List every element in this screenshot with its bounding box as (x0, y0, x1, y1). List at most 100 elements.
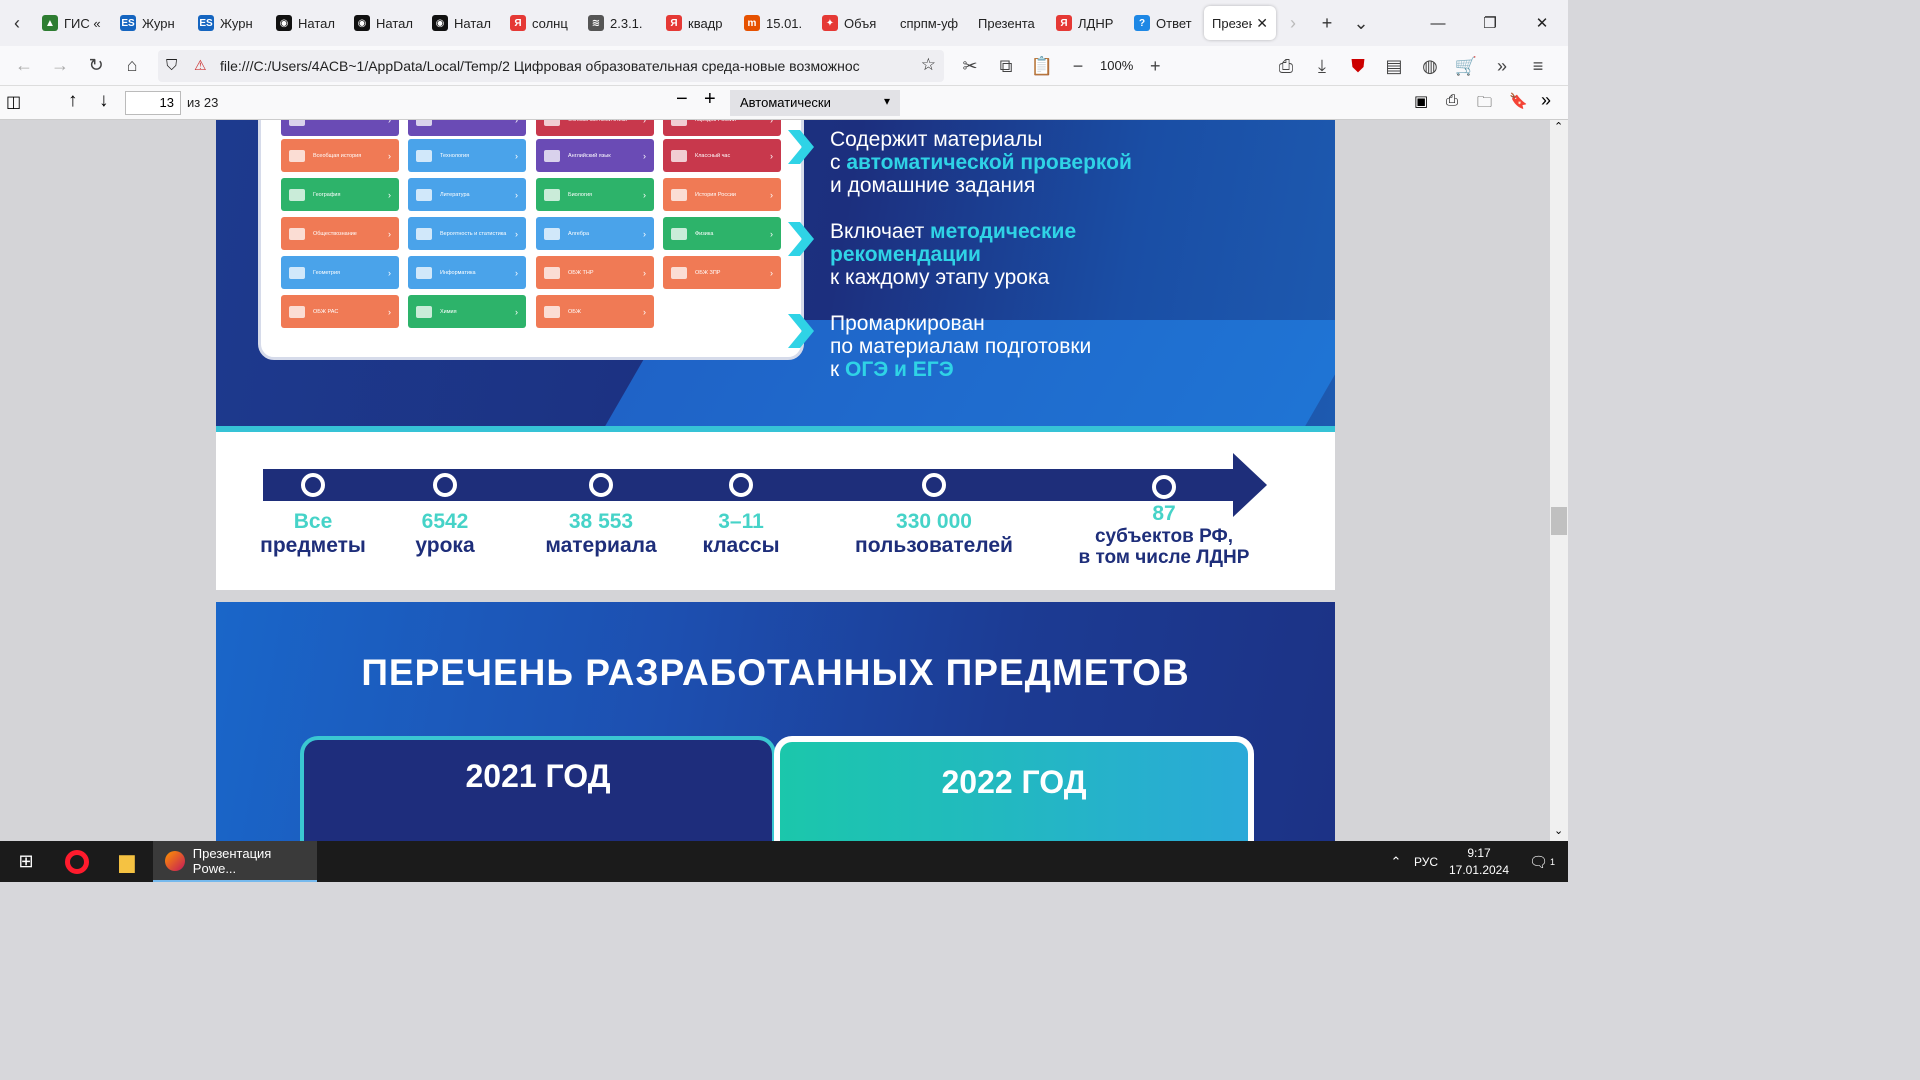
zoom-out-icon[interactable]: − (1060, 50, 1096, 82)
slide-timeline: Все предметы 6542 урока 38 553 материала 3–11 к… (216, 432, 1335, 590)
subject-icon (416, 188, 432, 201)
tab-favicon-icon: Я (666, 15, 682, 31)
cut-icon[interactable]: ✂ (952, 50, 988, 82)
pdf-zoom-out-icon[interactable]: − (676, 88, 688, 111)
tab-scroll-left-icon[interactable]: ‹ (0, 0, 34, 46)
subject-label: Всеобщая история (313, 152, 362, 159)
insecure-page-icon[interactable]: ⚠ (194, 57, 207, 74)
reader-list-icon[interactable]: ▤ (1376, 50, 1412, 82)
pdf-save-icon[interactable]: 🗀 (1477, 92, 1492, 117)
tab-14[interactable]: ? Ответ (1126, 6, 1204, 40)
tab-10[interactable]: ✦ Объя (814, 6, 892, 40)
subject-icon (416, 305, 432, 318)
zoom-select[interactable]: Автоматически ▾ (730, 90, 900, 116)
tab-7[interactable]: ≋ 2.3.1. (580, 6, 658, 40)
tab-active-label: Презен (1212, 15, 1253, 31)
zoom-select-value: Автоматически (740, 95, 831, 110)
card-2022-title: 2022 ГОД (941, 764, 1087, 800)
tab-favicon-icon: ◉ (432, 15, 448, 31)
notification-count: 1 (1550, 856, 1556, 867)
feature-line: к ОГЭ и ЕГЭ (830, 358, 1310, 381)
address-bar[interactable]: ⛉ ⚠ file:///C:/Users/4ACB~1/AppData/Loca… (158, 50, 944, 82)
tab-12[interactable]: Презента (970, 6, 1048, 40)
clock[interactable]: 9:17 17.01.2024 (1444, 841, 1514, 882)
close-window-icon[interactable]: ✕ (1516, 0, 1568, 46)
extension-globe-icon[interactable]: ◍ (1412, 50, 1448, 82)
print-icon[interactable]: ⎙ (1268, 50, 1304, 82)
shopping-cart-icon[interactable]: 🛒 (1448, 50, 1484, 82)
chevron-right-icon: › (388, 228, 391, 239)
opera-icon[interactable] (52, 841, 102, 882)
pdf-viewer[interactable]: ››Основы светской этики›народов России›В… (0, 120, 1550, 841)
home-icon[interactable]: ⌂ (114, 50, 150, 82)
subject-icon (289, 120, 305, 126)
tab-1[interactable]: ES Журн (112, 6, 190, 40)
subject-icon (289, 188, 305, 201)
pdf-bookmark-icon[interactable]: 🔖 (1509, 92, 1528, 110)
copy-icon[interactable]: ⧉ (988, 50, 1024, 82)
zoom-in-icon[interactable]: + (1137, 50, 1173, 82)
overflow-chevron-icon[interactable]: » (1484, 50, 1520, 82)
ublock-icon[interactable]: ⛊ (1340, 50, 1376, 82)
reload-icon[interactable]: ↻ (78, 50, 114, 82)
taskbar-firefox-window[interactable]: Презентация Powe... (153, 841, 317, 882)
extensions-area: ⎙ ⤓ ⛊ ▤ ◍ 🛒 » ≡ (1268, 50, 1556, 82)
tray-chevron-up-icon[interactable]: ⌃ (1384, 841, 1408, 882)
tab-label: Презента (978, 15, 1035, 31)
tab-favicon-icon: ES (198, 15, 214, 31)
zoom-level[interactable]: 100% (1096, 50, 1137, 82)
close-tab-icon[interactable]: ✕ (1256, 15, 1268, 32)
subject-label: Английский язык (568, 152, 611, 159)
sidebar-toggle-icon[interactable]: ◫ (6, 92, 21, 112)
page-number-input[interactable]: 13 (125, 91, 181, 115)
presentation-mode-icon[interactable]: ▣ (1414, 92, 1428, 110)
menu-hamburger-icon[interactable]: ≡ (1520, 50, 1556, 82)
tab-6[interactable]: Ясолнц (502, 6, 580, 40)
tab-list-chevron-down-icon[interactable]: ⌄ (1344, 0, 1378, 46)
chevron-right-icon: › (515, 267, 518, 278)
shield-icon[interactable]: ⛉ (166, 57, 177, 74)
timeline-dot (301, 473, 325, 497)
restore-window-icon[interactable]: ❐ (1464, 0, 1516, 46)
paste-icon[interactable]: 📋 (1024, 50, 1060, 82)
file-explorer-icon[interactable]: ▆ (102, 841, 152, 882)
tab-11[interactable]: спрпм-уф (892, 6, 970, 40)
scrollbar-thumb[interactable] (1551, 507, 1567, 535)
tab-scroll-right-icon[interactable]: › (1276, 0, 1310, 46)
windows-start-icon[interactable]: ⊞ (0, 841, 52, 882)
tab-0[interactable]: ▲ ГИС « (34, 6, 112, 40)
slide-title: ПЕРЕЧЕНЬ РАЗРАБОТАННЫХ ПРЕДМЕТОВ (361, 652, 1190, 693)
navigation-toolbar: ← → ↻ ⌂ ⛉ ⚠ file:///C:/Users/4ACB~1/AppD… (0, 46, 1568, 86)
tab-active[interactable]: Презен ✕ (1204, 6, 1276, 40)
minimize-window-icon[interactable]: — (1412, 0, 1464, 46)
pdf-tools-chevron-icon[interactable]: » (1541, 90, 1551, 111)
tab-favicon-icon: Я (1056, 15, 1072, 31)
tab-8[interactable]: Яквадр (658, 6, 736, 40)
notifications-icon[interactable]: 🗨 1 (1520, 841, 1564, 882)
subject-tile: Обществознание › (281, 217, 399, 250)
scroll-up-icon[interactable]: ⌃ (1554, 120, 1563, 133)
tab-13[interactable]: Я ЛДНР (1048, 6, 1126, 40)
tab-4[interactable]: ◉ Натал (346, 6, 424, 40)
back-arrow-icon[interactable]: ← (6, 50, 42, 82)
pdf-zoom-in-icon[interactable]: + (704, 88, 716, 111)
next-page-arrow-icon[interactable]: ↓ (99, 90, 109, 112)
scroll-down-icon[interactable]: ⌄ (1554, 824, 1563, 837)
tab-5[interactable]: ◉ Натал (424, 6, 502, 40)
download-icon[interactable]: ⤓ (1304, 50, 1340, 82)
forward-arrow-icon[interactable]: → (42, 50, 78, 82)
new-tab-icon[interactable]: + (1310, 0, 1344, 46)
previous-page-arrow-icon[interactable]: ↑ (68, 90, 78, 112)
subject-tile: › (408, 120, 526, 136)
vertical-scrollbar[interactable]: ⌃ ⌄ (1550, 120, 1568, 841)
windows-taskbar: ⊞ ▆ Презентация Powe... ⌃ РУС 9:17 17.01… (0, 841, 1568, 882)
tab-2[interactable]: ES Журн (190, 6, 268, 40)
tab-3[interactable]: ◉ Натал (268, 6, 346, 40)
bookmark-star-icon[interactable]: ☆ (921, 55, 936, 75)
stat-value: 330 000 (896, 510, 972, 533)
tab-9[interactable]: m 15.01. (736, 6, 814, 40)
subject-label: Биология (568, 191, 593, 198)
pdf-print-icon[interactable]: ⎙ (1446, 92, 1458, 109)
chevron-right-icon: › (643, 150, 646, 161)
input-language[interactable]: РУС (1410, 841, 1442, 882)
